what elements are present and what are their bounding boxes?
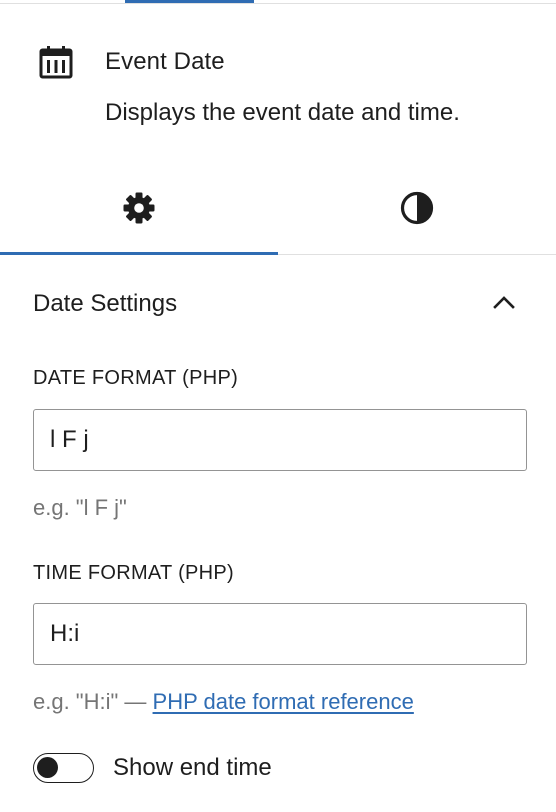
calendar-icon: [39, 46, 73, 79]
show-end-time-control: Show end time: [33, 750, 272, 786]
block-description: Displays the event date and time.: [105, 99, 460, 126]
tab-settings[interactable]: [0, 162, 278, 255]
chevron-up-icon: [493, 296, 515, 309]
time-format-help-text: e.g. "H:i" —: [33, 689, 153, 714]
tab-styles[interactable]: [278, 162, 556, 254]
date-format-input[interactable]: [33, 409, 527, 471]
block-card: Event Date Displays the event date and t…: [0, 4, 556, 152]
date-format-help: e.g. "l F j": [33, 495, 127, 520]
block-title: Event Date: [105, 48, 225, 75]
block-inspector: Event Date Displays the event date and t…: [0, 0, 556, 812]
php-date-reference-link[interactable]: PHP date format reference: [153, 689, 414, 714]
show-end-time-label[interactable]: Show end time: [113, 754, 272, 782]
show-end-time-toggle[interactable]: [33, 753, 94, 783]
panel-title: Date Settings: [33, 290, 178, 317]
inspector-tabs: [0, 162, 556, 255]
time-format-label: TIME FORMAT (PHP): [33, 562, 235, 584]
contrast-icon: [400, 191, 434, 225]
gear-icon: [123, 192, 155, 224]
time-format-help: e.g. "H:i" — PHP date format reference: [33, 689, 414, 715]
date-settings-panel-toggle[interactable]: Date Settings: [0, 256, 556, 352]
toggle-thumb: [37, 757, 58, 778]
time-format-input[interactable]: [33, 603, 527, 665]
date-format-label: DATE FORMAT (PHP): [33, 367, 239, 389]
active-tab-indicator: [125, 0, 254, 3]
